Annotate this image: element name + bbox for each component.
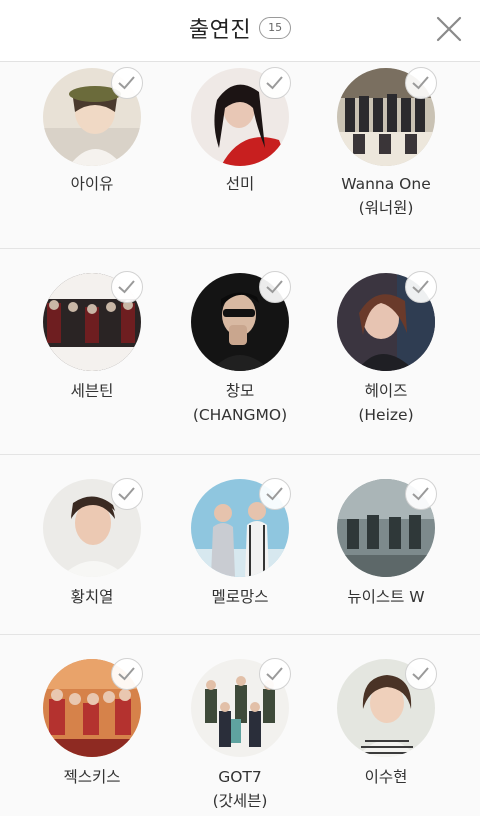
check-icon <box>118 667 135 681</box>
check-icon <box>266 280 283 294</box>
artist-name-line1: 세븐틴 <box>70 382 114 400</box>
artist-name-line1: 창모 <box>225 382 255 400</box>
artist-name: GOT7 (갓세븐) <box>160 765 320 813</box>
check-icon <box>266 487 283 501</box>
artist-name: 선미 <box>160 172 320 196</box>
artist-name-line1: 선미 <box>225 175 255 193</box>
artist-name: 아이유 <box>12 172 172 196</box>
artist-name: 세븐틴 <box>12 379 172 403</box>
selected-check <box>111 271 143 303</box>
cast-item[interactable]: 멜로망스 <box>160 455 320 634</box>
selected-check <box>405 67 437 99</box>
artist-name-line2: (Heize) <box>358 406 414 424</box>
check-icon <box>412 667 429 681</box>
artist-name-line2: (CHANGMO) <box>192 406 288 424</box>
artist-name: 뉴이스트 W <box>306 585 466 609</box>
selected-check <box>259 478 291 510</box>
cast-item[interactable]: 이수현 <box>306 635 466 816</box>
artist-name: 이수현 <box>306 765 466 789</box>
header: 출연진 15 <box>0 0 480 62</box>
cast-row: 황치열 멜로망스 뉴이스트 W <box>0 455 480 635</box>
selected-check <box>111 478 143 510</box>
artist-name: 황치열 <box>12 585 172 609</box>
cast-item[interactable]: 뉴이스트 W <box>306 455 466 634</box>
artist-name: Wanna One (워너원) <box>306 172 466 220</box>
cast-item[interactable]: 세븐틴 <box>12 249 172 454</box>
selected-check <box>405 271 437 303</box>
count-badge: 15 <box>259 17 292 39</box>
selected-check <box>259 658 291 690</box>
cast-item[interactable]: Wanna One (워너원) <box>306 62 466 248</box>
artist-name: 멜로망스 <box>160 585 320 609</box>
page-title: 출연진 <box>188 18 252 43</box>
check-icon <box>118 280 135 294</box>
check-icon <box>412 76 429 90</box>
cast-item[interactable]: 헤이즈 (Heize) <box>306 249 466 454</box>
selected-check <box>405 658 437 690</box>
selected-check <box>259 271 291 303</box>
cast-item[interactable]: 젝스키스 <box>12 635 172 816</box>
selected-check <box>405 478 437 510</box>
header-title-group: 출연진 15 <box>0 0 480 56</box>
check-icon <box>118 76 135 90</box>
close-icon <box>436 16 462 42</box>
selected-check <box>111 67 143 99</box>
artist-name: 헤이즈 (Heize) <box>306 379 466 427</box>
cast-item[interactable]: 아이유 <box>12 62 172 248</box>
selected-check <box>259 67 291 99</box>
cast-item[interactable]: 창모 (CHANGMO) <box>160 249 320 454</box>
cast-row: 세븐틴 창모 (CHANGMO) 헤이즈 (Heize) <box>0 249 480 455</box>
artist-name: 창모 (CHANGMO) <box>160 379 320 427</box>
artist-name-line1: 뉴이스트 W <box>347 588 425 606</box>
cast-item[interactable]: 선미 <box>160 62 320 248</box>
artist-name-line1: 젝스키스 <box>63 768 121 786</box>
cast-grid: 아이유 선미 Wanna One (워너원) 세븐틴 창모 (CHANGMO) … <box>0 62 480 816</box>
artist-name-line1: 황치열 <box>70 588 114 606</box>
close-button[interactable] <box>434 14 464 44</box>
check-icon <box>412 280 429 294</box>
check-icon <box>266 667 283 681</box>
artist-name-line1: Wanna One <box>341 175 431 193</box>
artist-name-line1: 아이유 <box>70 175 114 193</box>
artist-name-line2: (워너원) <box>358 199 414 217</box>
artist-name-line1: GOT7 <box>218 768 262 786</box>
check-icon <box>118 487 135 501</box>
check-icon <box>266 76 283 90</box>
artist-name-line2: (갓세븐) <box>212 792 268 810</box>
artist-name-line1: 이수현 <box>364 768 408 786</box>
cast-row: 아이유 선미 Wanna One (워너원) <box>0 62 480 249</box>
cast-item[interactable]: 황치열 <box>12 455 172 634</box>
artist-name-line1: 헤이즈 <box>364 382 408 400</box>
cast-row: 젝스키스 GOT7 (갓세븐) 이수현 <box>0 635 480 816</box>
selected-check <box>111 658 143 690</box>
cast-item[interactable]: GOT7 (갓세븐) <box>160 635 320 816</box>
artist-name: 젝스키스 <box>12 765 172 789</box>
check-icon <box>412 487 429 501</box>
artist-name-line1: 멜로망스 <box>211 588 269 606</box>
